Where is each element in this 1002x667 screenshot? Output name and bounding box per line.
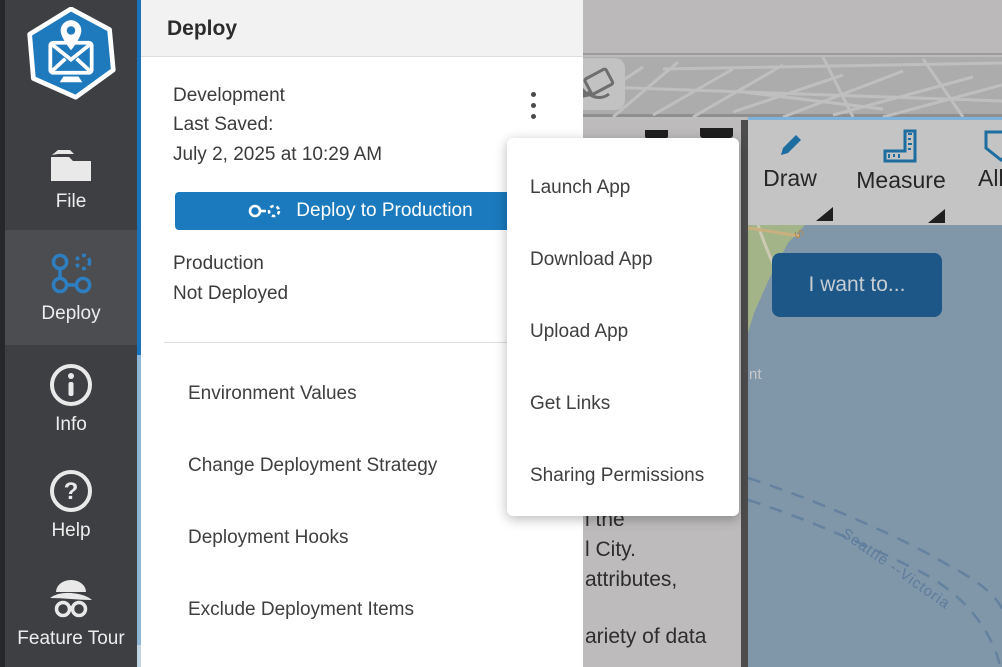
kebab-dot (531, 114, 536, 119)
rotate-tool-icon[interactable] (583, 58, 625, 110)
upload-app-menu-item[interactable]: Upload App (507, 296, 739, 368)
launch-app-menu-item[interactable]: Launch App (507, 152, 739, 224)
kebab-dot (531, 92, 536, 97)
change-deployment-strategy-link[interactable]: Change Deployment Strategy (188, 454, 518, 478)
map-canvas: S I want to... nt Seattle --Victoria (748, 225, 1002, 667)
svg-text:?: ? (64, 478, 79, 505)
production-label: Production (173, 253, 264, 275)
i-want-to-button[interactable]: I want to... (772, 253, 942, 317)
kebab-dot (531, 103, 536, 108)
sidebar-item-deploy[interactable]: Deploy (5, 230, 137, 345)
deploy-to-production-button[interactable]: Deploy to Production (175, 192, 546, 230)
download-app-menu-item[interactable]: Download App (507, 224, 739, 296)
app-logo-icon (24, 7, 118, 101)
production-status: Not Deployed (173, 283, 288, 305)
environment-dropdown-menu: Launch App Download App Upload App Get L… (507, 138, 739, 516)
shield-icon (978, 128, 1002, 162)
basemap-street-band (583, 57, 1002, 117)
draw-label: Draw (756, 165, 824, 192)
map-panel: Draw Measure All M (748, 117, 1002, 667)
sidebar-item-label: Feature Tour (17, 628, 124, 650)
sidebar-item-file[interactable]: File (5, 130, 137, 230)
sharing-permissions-menu-item[interactable]: Sharing Permissions (507, 440, 739, 512)
measure-button[interactable]: Measure (840, 128, 962, 194)
app-logo (5, 4, 137, 104)
sidebar: File Deploy Info (0, 0, 137, 667)
last-saved-label: Last Saved: (173, 114, 273, 136)
sidebar-item-help[interactable]: ? Help (5, 452, 137, 558)
clipped-text-fragment: l City. (585, 538, 636, 562)
submenu-corner-icon (816, 207, 833, 221)
sidebar-item-label: File (56, 191, 87, 213)
sidebar-item-label: Help (51, 520, 90, 542)
panel-header: Deploy (141, 0, 583, 57)
all-maps-button[interactable]: All M (978, 128, 1002, 192)
environment-menu-button[interactable] (520, 84, 546, 126)
draw-button[interactable]: Draw (756, 128, 824, 192)
clipped-text-fragment: attributes, (585, 568, 677, 592)
panel-accent-border (137, 0, 141, 667)
panel-title: Deploy (167, 17, 237, 41)
deployment-hooks-link[interactable]: Deployment Hooks (188, 526, 518, 550)
preview-top-band (583, 0, 1002, 55)
ruler-icon (883, 128, 919, 164)
measure-label: Measure (840, 167, 962, 194)
sidebar-item-label: Deploy (41, 303, 100, 325)
clipped-toolbar-icon (700, 128, 733, 138)
last-saved-value: July 2, 2025 at 10:29 AM (173, 144, 382, 166)
sidebar-item-label: Info (55, 414, 87, 436)
sidebar-item-feature-tour[interactable]: Feature Tour (5, 558, 137, 667)
development-label: Development (173, 85, 285, 107)
map-panel-left-border (741, 120, 748, 667)
help-icon: ? (48, 468, 94, 514)
folder-icon (48, 147, 94, 185)
all-maps-label: All M (978, 165, 1002, 192)
submenu-corner-icon (928, 209, 945, 223)
map-toolbar: Draw Measure All M (748, 120, 1002, 225)
app-window: l the l City. attributes, ariety of data… (0, 0, 1002, 667)
environment-values-link[interactable]: Environment Values (188, 382, 518, 406)
deploy-graph-icon (48, 251, 94, 297)
exclude-deployment-items-link[interactable]: Exclude Deployment Items (188, 598, 518, 622)
street-lines (583, 57, 1002, 117)
panel-divider (164, 342, 563, 343)
sidebar-item-info[interactable]: Info (5, 345, 137, 452)
get-links-menu-item[interactable]: Get Links (507, 368, 739, 440)
clipped-text-fragment: ariety of data (585, 625, 706, 649)
pencil-icon (773, 128, 807, 162)
info-icon (48, 362, 94, 408)
deploy-button-label: Deploy to Production (296, 200, 472, 222)
deploy-icon (248, 202, 282, 220)
feature-tour-icon (46, 576, 96, 622)
map-place-label-fragment: nt (749, 366, 762, 383)
